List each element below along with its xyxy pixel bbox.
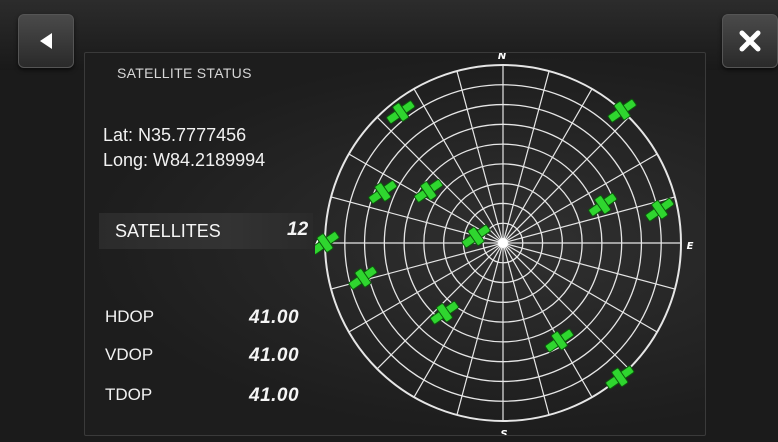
longitude-text: Long: W84.2189994 bbox=[103, 150, 266, 170]
satellite-sky-plot: N E S W bbox=[315, 53, 694, 435]
satellite-icon bbox=[414, 179, 443, 203]
tdop-value: 41.00 bbox=[249, 385, 300, 406]
panel-title: SATELLITE STATUS bbox=[117, 65, 252, 81]
satellite-status-panel: SATELLITE STATUS Lat: N35.7777456 Long: … bbox=[84, 52, 706, 436]
compass-east-label: E bbox=[687, 241, 694, 252]
satellites-count: 12 bbox=[287, 219, 309, 240]
hdop-label: HDOP bbox=[105, 307, 155, 326]
hdop-value: 41.00 bbox=[249, 307, 300, 328]
sky-plot-spoke bbox=[502, 242, 630, 370]
compass-south-label: S bbox=[500, 429, 507, 435]
sky-plot-spoke bbox=[376, 116, 504, 244]
back-button[interactable] bbox=[18, 14, 74, 68]
sky-plot-spoke bbox=[502, 242, 676, 290]
latitude-text: Lat: N35.7777456 bbox=[103, 125, 247, 145]
vdop-value: 41.00 bbox=[249, 345, 300, 366]
back-arrow-icon bbox=[40, 33, 52, 49]
sky-plot-spoke bbox=[502, 70, 550, 244]
vdop-label: VDOP bbox=[105, 345, 154, 364]
satellite-icon bbox=[386, 100, 416, 124]
sky-plot-spoke bbox=[456, 242, 504, 416]
satellite-icon bbox=[348, 266, 378, 290]
close-button[interactable] bbox=[722, 14, 778, 68]
sky-plot-center-dot bbox=[498, 238, 508, 248]
satellites-count-box: SATELLITES 12 bbox=[99, 213, 313, 249]
sky-plot-spoke bbox=[502, 116, 630, 244]
compass-north-label: N bbox=[498, 53, 507, 62]
tdop-label: TDOP bbox=[105, 385, 153, 404]
sky-plot-spoke bbox=[502, 242, 550, 416]
close-icon bbox=[739, 30, 761, 52]
sky-plot-spoke bbox=[456, 70, 504, 244]
satellites-label: SATELLITES bbox=[115, 221, 221, 241]
